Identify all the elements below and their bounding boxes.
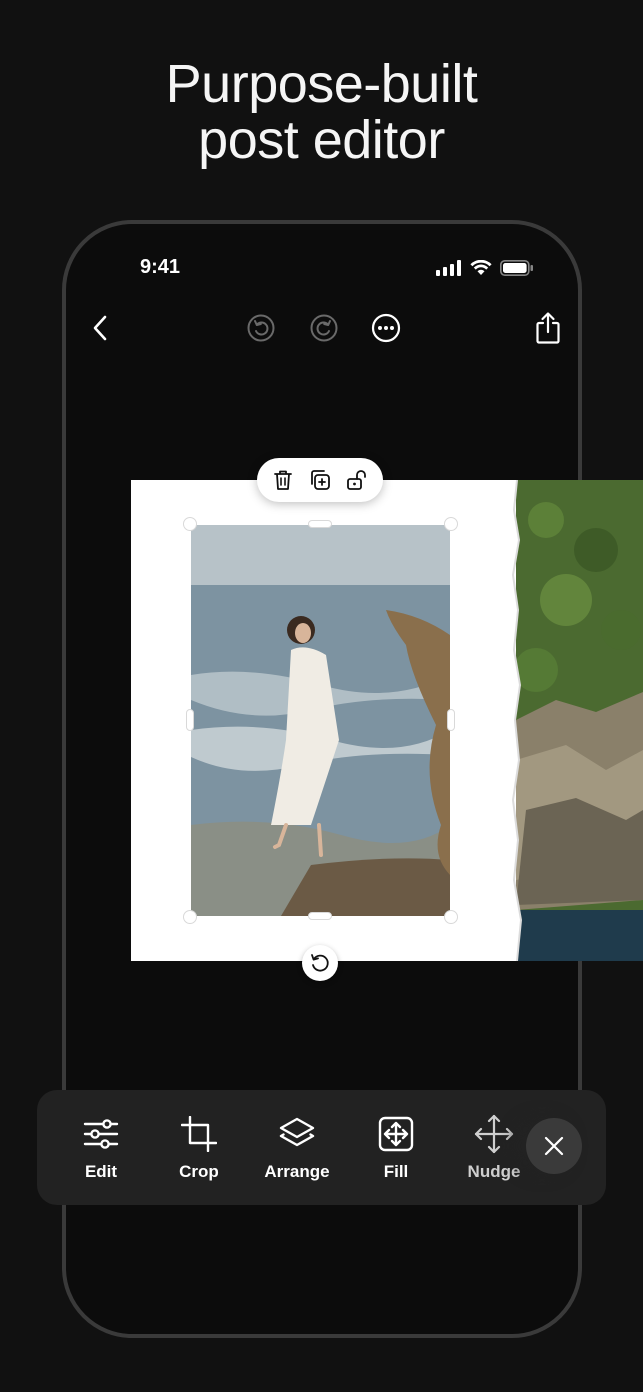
back-button[interactable] [78, 306, 122, 350]
headline-line-2: post editor [198, 110, 445, 170]
crop-icon [181, 1116, 217, 1152]
battery-icon [500, 260, 533, 276]
tool-edit[interactable]: Edit [56, 1114, 146, 1184]
layers-icon [279, 1117, 315, 1147]
redo-icon [310, 314, 338, 342]
share-icon [536, 312, 560, 344]
resize-handle-left[interactable] [186, 709, 194, 731]
fill-icon [378, 1116, 414, 1152]
more-options-icon [371, 313, 401, 343]
resize-handle-right[interactable] [447, 709, 455, 731]
resize-handle-bottom-right[interactable] [444, 910, 458, 924]
close-icon [544, 1136, 564, 1156]
headline-line-1: Purpose-built [165, 54, 478, 114]
duplicate-button[interactable] [305, 465, 335, 495]
sliders-icon [83, 1119, 119, 1149]
tool-arrange[interactable]: Arrange [252, 1114, 342, 1184]
undo-button[interactable] [239, 306, 283, 350]
tool-edit-label: Edit [84, 1162, 118, 1181]
resize-handle-top[interactable] [308, 520, 332, 528]
delete-button[interactable] [268, 465, 298, 495]
close-toolbar-button[interactable] [526, 1118, 582, 1174]
trash-icon [274, 470, 293, 490]
top-bar [66, 306, 578, 350]
tool-fill-label: Fill [383, 1162, 409, 1181]
duplicate-icon [311, 470, 330, 490]
cliff-landscape-image [516, 480, 643, 961]
tool-crop[interactable]: Crop [154, 1114, 244, 1184]
status-time: 9:41 [140, 256, 181, 278]
torn-paper-edge [505, 480, 523, 961]
resize-handle-bottom[interactable] [308, 912, 332, 920]
more-options-button[interactable] [364, 306, 408, 350]
resize-handle-top-left[interactable] [183, 517, 197, 531]
resize-handle-bottom-left[interactable] [183, 910, 197, 924]
redo-button[interactable] [302, 306, 346, 350]
status-icons [436, 260, 534, 276]
tool-crop-label: Crop [179, 1162, 219, 1181]
selection-outline [190, 524, 451, 917]
resize-handle-top-right[interactable] [444, 517, 458, 531]
landscape-photo[interactable] [516, 480, 643, 961]
back-chevron-icon [93, 315, 107, 341]
tool-fill[interactable]: Fill [351, 1114, 441, 1184]
share-button[interactable] [526, 306, 570, 350]
rotate-button[interactable] [302, 945, 338, 981]
tool-nudge-label: Nudge [467, 1162, 521, 1181]
wifi-icon [470, 260, 492, 275]
tool-arrange-label: Arrange [264, 1162, 330, 1181]
selection-actions-pill [257, 458, 383, 502]
move-arrows-icon [474, 1114, 514, 1154]
lock-toggle-button[interactable] [342, 465, 372, 495]
unlock-icon [346, 470, 366, 490]
cellular-signal-icon [436, 260, 461, 276]
headline: Purpose-built post editor [0, 56, 643, 168]
undo-icon [247, 314, 275, 342]
rotate-icon [311, 954, 329, 972]
bottom-toolbar: Edit Crop Arrange Fill Nudge [37, 1090, 606, 1205]
